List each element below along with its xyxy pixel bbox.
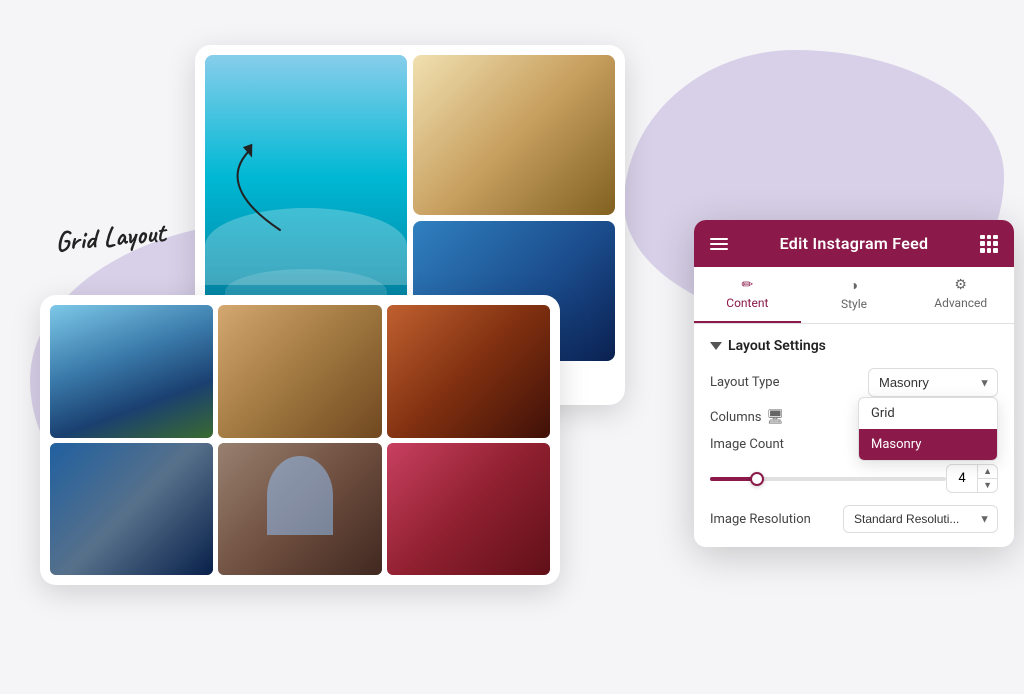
tab-advanced[interactable]: ⚙ Advanced [907,267,1014,323]
layout-type-row: Layout Type Grid Masonry ▼ Grid Masonry [710,368,998,397]
image-count-slider-row: 4 ▲ ▼ [710,464,998,493]
advanced-tab-icon: ⚙ [954,277,967,293]
layout-type-label: Layout Type [710,375,779,390]
image-count-value: 4 [947,466,977,491]
decrement-button[interactable]: ▼ [978,479,997,492]
image-hands [218,305,381,438]
grid-view-icon[interactable] [980,235,998,253]
layout-settings-section: Layout Settings [710,338,998,354]
panel-body: Layout Settings Layout Type Grid Masonry… [694,324,1014,547]
grid-layout-images [50,305,550,575]
image-count-label: Image Count [710,437,784,452]
layout-type-select[interactable]: Grid Masonry [868,368,998,397]
slider-container [710,477,946,481]
columns-label: Columns 🖥 [710,409,784,425]
image-resolution-row: Image Resolution Thumbnail Standard Reso… [710,505,998,533]
arrow-annotation [190,130,310,250]
menu-icon[interactable] [710,238,728,250]
edit-panel: Edit Instagram Feed ✏ Content ◑ Style ⚙ … [694,220,1014,547]
layout-type-select-wrapper: Grid Masonry ▼ Grid Masonry [868,368,998,397]
tab-bar: ✏ Content ◑ Style ⚙ Advanced [694,267,1014,324]
slider-track[interactable] [710,477,946,481]
layout-type-dropdown: Grid Masonry [858,397,998,461]
number-arrows: ▲ ▼ [977,465,997,492]
tab-advanced-label: Advanced [934,296,987,310]
resolution-select-wrapper: Thumbnail Standard Resoluti... High Reso… [843,505,998,533]
style-tab-icon: ◑ [850,277,858,294]
tab-style[interactable]: ◑ Style [801,267,908,323]
slider-thumb[interactable] [750,472,764,486]
dropdown-item-grid[interactable]: Grid [859,398,997,429]
tab-content[interactable]: ✏ Content [694,267,801,323]
grid-preview-card [40,295,560,585]
image-cave [387,305,550,438]
image-art [413,55,615,215]
image-cup [387,443,550,576]
increment-button[interactable]: ▲ [978,465,997,479]
image-resolution-select[interactable]: Thumbnail Standard Resoluti... High Reso… [843,505,998,533]
image-resolution-label: Image Resolution [710,512,811,527]
image-underwater [50,443,213,576]
tab-content-label: Content [726,296,768,310]
collapse-icon[interactable] [710,342,722,350]
monitor-icon: 🖥 [767,409,785,425]
image-count-input: 4 ▲ ▼ [946,464,998,493]
image-mountain [50,305,213,438]
content-tab-icon: ✏ [741,277,753,293]
panel-title: Edit Instagram Feed [780,234,929,253]
dropdown-item-masonry[interactable]: Masonry [859,429,997,460]
image-arch [218,443,381,576]
panel-header: Edit Instagram Feed [694,220,1014,267]
section-title: Layout Settings [728,338,826,354]
tab-style-label: Style [841,297,867,311]
